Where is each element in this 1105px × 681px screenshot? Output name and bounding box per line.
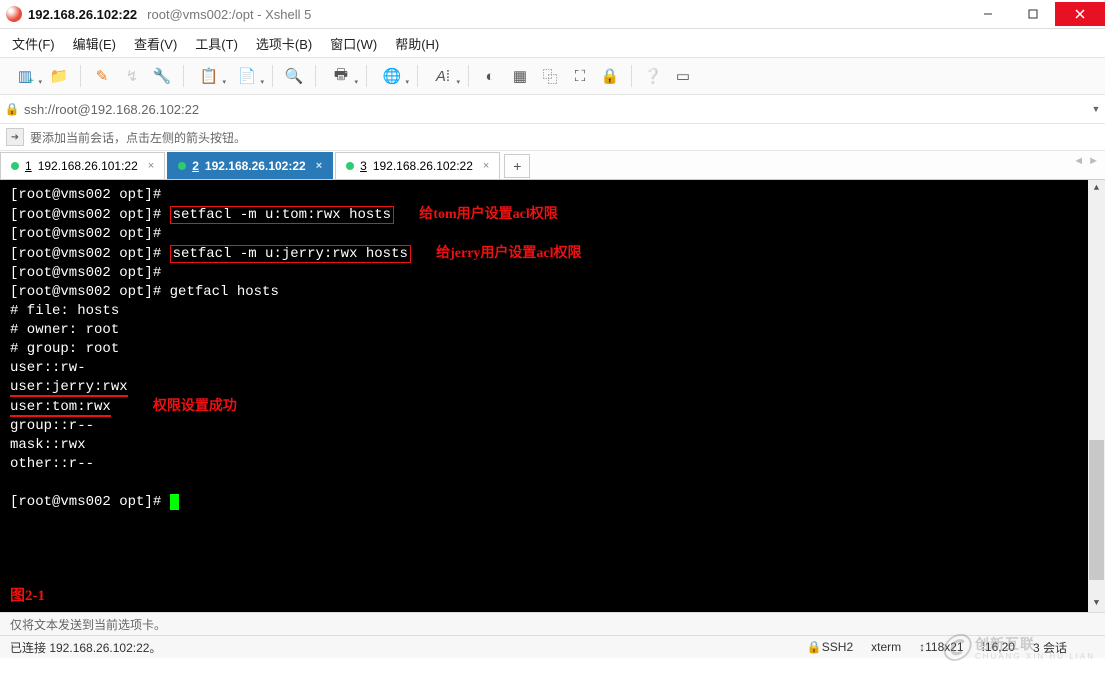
help-button[interactable]: ❔ — [640, 63, 666, 89]
scroll-down-icon[interactable]: ▼ — [1088, 595, 1105, 612]
term-type-status: xterm — [871, 640, 901, 654]
menu-file[interactable]: 文件(F) — [12, 34, 55, 53]
menu-bar: 文件(F) 编辑(E) 查看(V) 工具(T) 选项卡(B) 窗口(W) 帮助(… — [0, 29, 1105, 58]
maximize-button[interactable] — [1010, 2, 1055, 26]
session-tab-2[interactable]: 2 192.168.26.102:22 × — [167, 152, 333, 179]
status-dot-icon — [346, 162, 354, 170]
tab-number: 2 — [192, 159, 199, 173]
terminal-cursor-icon — [170, 494, 179, 510]
open-button[interactable]: 📁 — [46, 63, 72, 89]
acl-entry-jerry: user:jerry:rwx — [10, 379, 128, 397]
add-session-arrow-button[interactable]: ➜ — [6, 128, 24, 146]
reconnect-button[interactable]: ✎ — [89, 63, 115, 89]
tab-label: 192.168.26.101:22 — [38, 159, 138, 173]
properties-button[interactable]: 🔧 — [149, 63, 175, 89]
size-status: ↕ 118x21 — [919, 640, 963, 654]
terminal-scrollbar[interactable]: ▲ ▼ — [1088, 180, 1105, 612]
tab-label: 192.168.26.102:22 — [205, 159, 306, 173]
window-title-primary: 192.168.26.102:22 — [28, 7, 137, 22]
menu-tools[interactable]: 工具(T) — [195, 34, 238, 53]
connection-status: 已连接 192.168.26.102:22。 — [10, 639, 161, 656]
status-dot-icon — [11, 162, 19, 170]
info-text: 要添加当前会话，点击左侧的箭头按钮。 — [30, 129, 246, 146]
tile-button[interactable]: ▦ — [507, 63, 533, 89]
address-bar: 🔒 ssh://root@192.168.26.102:22 ▼ — [0, 95, 1105, 124]
app-logo-icon — [6, 6, 22, 22]
color-scheme-button[interactable]: ◐ — [477, 63, 503, 89]
address-input[interactable]: ssh://root@192.168.26.102:22 — [24, 102, 1087, 117]
tab-number: 3 — [360, 159, 367, 173]
fullscreen-button[interactable]: ⛶ — [567, 63, 593, 89]
annotation-3: 权限设置成功 — [153, 399, 237, 414]
print-button[interactable]: 🖶▾ — [324, 63, 358, 89]
address-dropdown[interactable]: ▼ — [1087, 104, 1105, 114]
status-bar: 已连接 192.168.26.102:22。 🔒 SSH2 xterm ↕ 11… — [0, 635, 1105, 658]
menu-edit[interactable]: 编辑(E) — [73, 34, 116, 53]
toggle-pane-button[interactable]: ▭ — [670, 63, 696, 89]
annotation-2: 给jerry用户设置acl权限 — [436, 246, 581, 261]
scroll-up-icon[interactable]: ▲ — [1088, 180, 1105, 197]
title-bar: 192.168.26.102:22 root@vms002:/opt - Xsh… — [0, 0, 1105, 29]
session-tab-3[interactable]: 3 192.168.26.102:22 × — [335, 152, 500, 179]
menu-tab[interactable]: 选项卡(B) — [256, 34, 312, 53]
tab-label: 192.168.26.102:22 — [373, 159, 473, 173]
lock-icon: 🔒 — [0, 102, 24, 116]
disconnect-button[interactable]: ↯ — [119, 63, 145, 89]
tab-nav: ◄ ► — [1073, 155, 1099, 167]
tab-close-icon[interactable]: × — [316, 160, 322, 172]
tab-next-icon[interactable]: ► — [1088, 155, 1099, 167]
status-dot-icon — [178, 162, 186, 170]
terminal-output[interactable]: [root@vms002 opt]# [root@vms002 opt]# se… — [0, 180, 1105, 612]
footer-info: 仅将文本发送到当前选项卡。 — [10, 616, 166, 633]
menu-view[interactable]: 查看(V) — [134, 34, 177, 53]
new-tab-button[interactable]: + — [504, 154, 530, 178]
new-session-button[interactable]: ▥+▾ — [8, 63, 42, 89]
menu-help[interactable]: 帮助(H) — [395, 34, 439, 53]
scroll-thumb[interactable] — [1089, 440, 1104, 580]
close-button[interactable] — [1055, 2, 1105, 26]
xftp-button[interactable]: 🌐▾ — [375, 63, 409, 89]
command-highlight-2: setfacl -m u:jerry:rwx hosts — [170, 245, 411, 263]
tab-close-icon[interactable]: × — [483, 160, 489, 172]
paste-button[interactable]: 📄▾ — [230, 63, 264, 89]
cascade-button[interactable]: ⿻ — [537, 63, 563, 89]
lock-button[interactable]: 🔒 — [597, 63, 623, 89]
tab-number: 1 — [25, 159, 32, 173]
tab-prev-icon[interactable]: ◄ — [1073, 155, 1084, 167]
tab-bar: 1 192.168.26.101:22 × 2 192.168.26.102:2… — [0, 151, 1105, 180]
minimize-button[interactable] — [965, 2, 1010, 26]
cursor-pos-status: ⁞ 16,20 — [982, 640, 1015, 654]
session-count-status: 3 会话 — [1033, 639, 1067, 656]
window-title-secondary: root@vms002:/opt - Xshell 5 — [147, 7, 311, 22]
annotation-1: 给tom用户设置acl权限 — [419, 207, 557, 222]
figure-label: 图2-1 — [10, 587, 45, 606]
menu-window[interactable]: 窗口(W) — [330, 34, 377, 53]
session-tab-1[interactable]: 1 192.168.26.101:22 × — [0, 152, 165, 179]
acl-entry-tom: user:tom:rwx — [10, 399, 111, 417]
font-button[interactable]: A⁞▾ — [426, 63, 460, 89]
info-bar: ➜ 要添加当前会话，点击左侧的箭头按钮。 — [0, 124, 1105, 151]
footer-line-1: 仅将文本发送到当前选项卡。 — [0, 612, 1105, 635]
command-highlight-1: setfacl -m u:tom:rwx hosts — [170, 206, 394, 224]
toolbar: ▥+▾ 📁 ✎ ↯ 🔧 📋▾ 📄▾ 🔍 🖶▾ 🌐▾ A⁞▾ ◐ ▦ ⿻ ⛶ 🔒 … — [0, 58, 1105, 95]
find-button[interactable]: 🔍 — [281, 63, 307, 89]
tab-close-icon[interactable]: × — [148, 160, 154, 172]
protocol-status: 🔒 SSH2 — [807, 640, 853, 654]
copy-button[interactable]: 📋▾ — [192, 63, 226, 89]
